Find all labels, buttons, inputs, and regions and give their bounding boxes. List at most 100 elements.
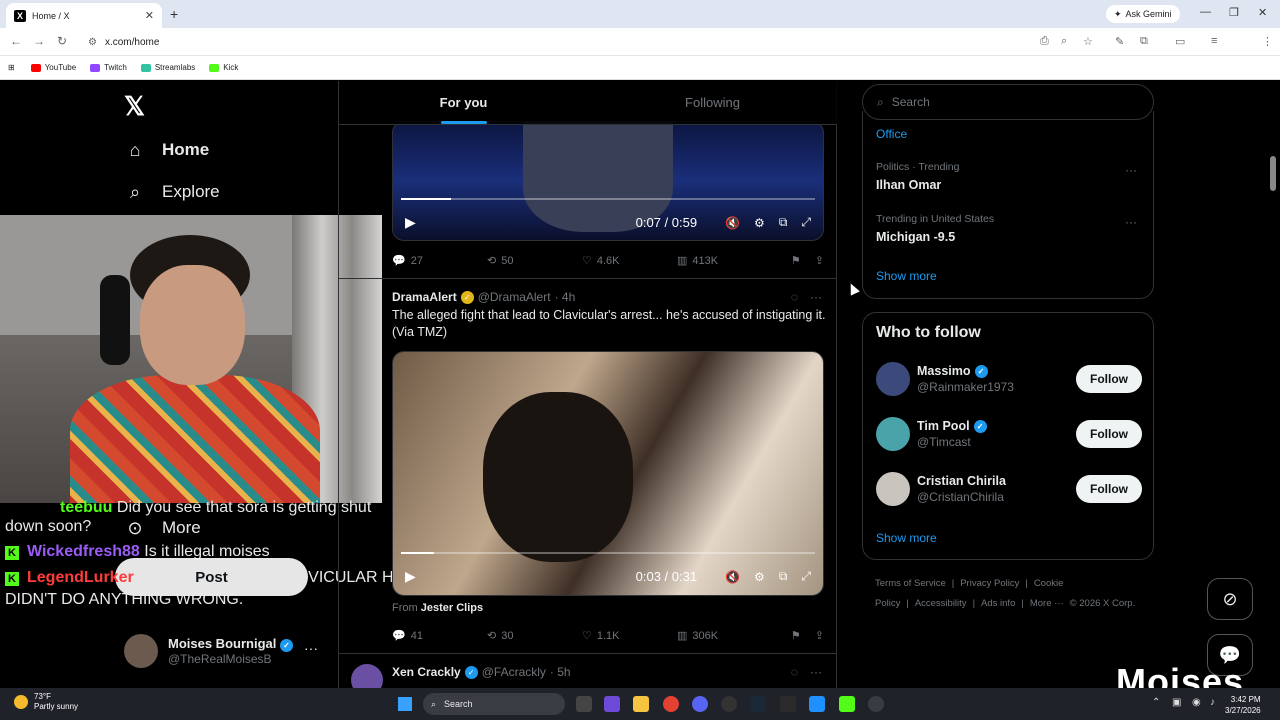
like-button[interactable]: ♡ 4.6K <box>582 254 677 268</box>
repost-button[interactable]: ⟲ 50 <box>487 254 582 268</box>
taskbar-clock[interactable]: 3:42 PM 3/27/2026 <box>1225 694 1261 716</box>
kebab-menu-icon[interactable]: ⋮ <box>1262 35 1273 48</box>
ellipsis-icon[interactable]: ··· <box>810 290 822 304</box>
tab-following[interactable]: Following <box>588 81 837 124</box>
bookmark-icon[interactable]: ⚑ <box>791 629 801 642</box>
extensions-puzzle-icon[interactable]: ⧉ <box>1140 35 1148 48</box>
app-icon[interactable] <box>868 696 884 712</box>
pip-icon[interactable]: ⧉ <box>779 569 788 584</box>
avatar[interactable] <box>876 362 910 396</box>
settings-gear-icon[interactable]: ⚙ <box>754 216 765 230</box>
ellipsis-icon[interactable]: ··· <box>810 665 822 679</box>
ellipsis-icon[interactable]: ··· <box>1125 163 1137 177</box>
mute-icon[interactable]: 🔇 <box>725 216 740 230</box>
share-icon[interactable]: ⇪ <box>815 254 824 267</box>
video-player[interactable]: ▶ 0:07 / 0:59 🔇 ⚙ ⧉ ⤢ <box>392 121 824 241</box>
bookmark-item[interactable]: YouTube <box>30 63 76 72</box>
kick-icon[interactable] <box>839 696 855 712</box>
tweet-age[interactable]: · 5h <box>550 665 571 679</box>
account-switcher[interactable]: Moises Bournigal ✓ @TheRealMoisesB ··· <box>124 634 318 668</box>
follow-suggestion[interactable]: Tim Pool ✓ @Timcast Follow <box>876 417 1142 451</box>
footer-link[interactable]: Accessibility <box>915 598 967 609</box>
follow-button[interactable]: Follow <box>1076 475 1142 503</box>
ellipsis-icon[interactable]: ··· <box>1125 215 1137 229</box>
copilot-icon[interactable] <box>604 696 620 712</box>
play-icon[interactable]: ▶ <box>405 568 416 585</box>
tweet-handle[interactable]: @DramaAlert <box>478 290 551 304</box>
new-tab-button[interactable]: + <box>170 6 178 22</box>
ellipsis-icon[interactable]: ··· <box>304 640 318 656</box>
steam-icon[interactable] <box>750 696 766 712</box>
video-progress[interactable] <box>401 198 815 200</box>
discord-icon[interactable] <box>692 696 708 712</box>
back-arrow-icon[interactable]: ← <box>10 34 22 48</box>
tweet-age[interactable]: · 4h <box>555 290 576 304</box>
tab-for-you[interactable]: For you <box>339 81 588 124</box>
avatar[interactable] <box>876 417 910 451</box>
tweet-author[interactable]: Xen Crackly <box>392 665 461 679</box>
pip-icon[interactable]: ⧉ <box>779 215 788 230</box>
follow-suggestion[interactable]: Massimo ✓ @Rainmaker1973 Follow <box>876 362 1142 396</box>
taskbar-search[interactable]: ⌕ Search <box>423 693 565 715</box>
footer-link[interactable]: More ··· <box>1030 598 1064 609</box>
x-logo-icon[interactable]: 𝕏 <box>124 91 145 122</box>
trend-partial-link[interactable]: Office <box>876 127 907 141</box>
footer-link[interactable]: © 2026 X Corp. <box>1070 598 1136 609</box>
task-view-icon[interactable] <box>576 696 592 712</box>
tweet-author[interactable]: DramaAlert <box>392 290 457 304</box>
footer-link[interactable]: Privacy Policy <box>960 578 1019 589</box>
follow-button[interactable]: Follow <box>1076 420 1142 448</box>
fullscreen-icon[interactable]: ⤢ <box>801 215 811 230</box>
tray-app-icon[interactable]: ◉ <box>1192 697 1201 708</box>
footer-link[interactable]: Ads info <box>981 598 1015 609</box>
nav-item-home[interactable]: ⌂ Home <box>124 139 210 161</box>
nav-item-more[interactable]: ⊙ More <box>124 517 200 539</box>
bookmark-star-icon[interactable]: ☆ <box>1083 35 1093 48</box>
repost-button[interactable]: ⟲ 30 <box>487 629 582 643</box>
video-player[interactable]: ▶ 0:03 / 0:31 🔇 ⚙ ⧉ ⤢ <box>392 351 824 596</box>
trend-item[interactable]: Trending in United States Michigan -9.5 <box>876 213 994 244</box>
tweet-handle[interactable]: @FAcrackly <box>482 665 546 679</box>
restore-icon[interactable]: ❐ <box>1229 6 1239 19</box>
scrollbar[interactable] <box>1270 156 1276 191</box>
avatar[interactable] <box>876 472 910 506</box>
views-button[interactable]: ▥ 413K <box>677 254 772 268</box>
file-explorer-icon[interactable] <box>633 696 649 712</box>
app-icon[interactable] <box>809 696 825 712</box>
obs-icon[interactable] <box>721 696 737 712</box>
follow-button[interactable]: Follow <box>1076 365 1142 393</box>
nav-item-explore[interactable]: ⌕ Explore <box>124 181 220 203</box>
minimize-icon[interactable]: — <box>1200 6 1211 18</box>
tab-close-icon[interactable]: ✕ <box>145 9 154 22</box>
site-info-icon[interactable]: ⚙ <box>88 37 97 48</box>
install-icon[interactable]: ⎙ <box>1040 35 1049 48</box>
browser-tab-x-home[interactable]: X Home / X ✕ <box>6 3 162 28</box>
bookmark-item[interactable]: Twitch <box>90 63 127 72</box>
grok-button[interactable]: ⊘ <box>1207 578 1253 620</box>
bookmark-item[interactable]: Streamlabs <box>140 63 195 72</box>
reply-button[interactable]: 💬 27 <box>392 254 487 268</box>
volume-icon[interactable]: ♪ <box>1210 697 1215 708</box>
ask-gemini-button[interactable]: ✦ Ask Gemini <box>1106 5 1180 23</box>
fullscreen-icon[interactable]: ⤢ <box>801 569 811 584</box>
chrome-icon[interactable] <box>663 696 679 712</box>
forward-arrow-icon[interactable]: → <box>33 34 45 48</box>
close-window-icon[interactable]: ✕ <box>1258 6 1267 19</box>
show-more-link[interactable]: Show more <box>876 269 937 283</box>
views-button[interactable]: ▥ 306K <box>677 629 772 643</box>
reply-button[interactable]: 💬 41 <box>392 629 487 643</box>
extension-pen-icon[interactable]: ✎ <box>1115 35 1124 48</box>
grok-icon[interactable]: ◌ <box>791 665 798 679</box>
reload-icon[interactable]: ↻ <box>57 34 67 48</box>
zoom-icon[interactable]: ⌕ <box>1061 35 1067 48</box>
grok-icon[interactable]: ◌ <box>791 290 798 304</box>
apps-grid-icon[interactable]: ⊞ <box>8 63 15 72</box>
avatar[interactable] <box>351 664 383 688</box>
search-input[interactable]: ⌕ Search <box>862 84 1154 120</box>
media-control-icon[interactable]: ≡ <box>1211 35 1217 47</box>
tray-chevron-icon[interactable]: ⌃ <box>1152 697 1160 708</box>
source-link[interactable]: Jester Clips <box>421 602 483 614</box>
footer-link[interactable]: Terms of Service <box>875 578 946 589</box>
cast-icon[interactable]: ▭ <box>1175 35 1185 48</box>
weather-widget[interactable]: 73°F Partly sunny <box>14 692 78 712</box>
